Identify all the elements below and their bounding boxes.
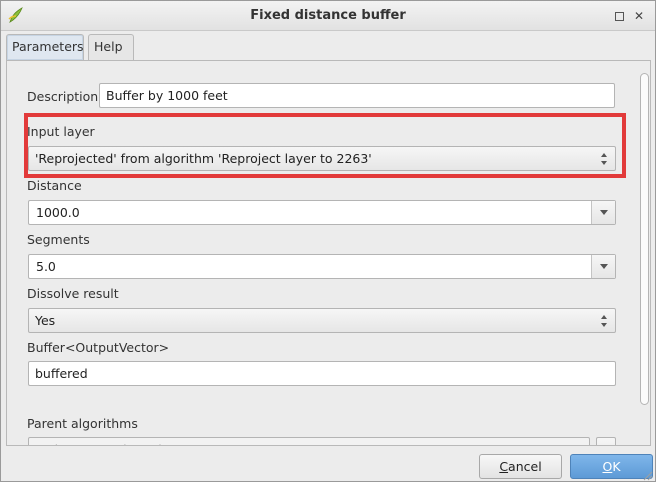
parameters-pane: Description Buffer by 1000 feet Input la… xyxy=(6,60,651,446)
cancel-button[interactable]: Cancel xyxy=(479,454,562,479)
parent-algorithms-label: Parent algorithms xyxy=(27,416,138,431)
tab-help[interactable]: Help xyxy=(88,34,134,60)
resize-grip-icon[interactable] xyxy=(641,469,653,481)
description-label: Description xyxy=(27,89,99,104)
output-field[interactable]: buffered xyxy=(28,361,616,386)
segments-value: 5.0 xyxy=(36,259,56,274)
parent-algorithms-button[interactable] xyxy=(596,437,616,445)
vertical-scrollbar[interactable] xyxy=(637,61,650,445)
description-field[interactable]: Buffer by 1000 feet xyxy=(99,83,615,108)
highlight-box xyxy=(24,113,626,178)
distance-value: 1000.0 xyxy=(36,205,80,220)
output-label: Buffer<OutputVector> xyxy=(27,340,170,355)
dissolve-value: Yes xyxy=(35,313,56,328)
distance-label: Distance xyxy=(27,178,82,193)
segments-label: Segments xyxy=(27,232,90,247)
scrollbar-thumb[interactable] xyxy=(640,73,649,405)
parent-algorithms-field[interactable]: 0 elements selected xyxy=(28,437,590,445)
spin-arrows-icon xyxy=(601,315,609,327)
tab-parameters[interactable]: Parameters xyxy=(6,34,84,60)
window-title: Fixed distance buffer xyxy=(250,8,406,23)
chevron-down-icon[interactable] xyxy=(591,201,615,224)
dissolve-select[interactable]: Yes xyxy=(28,308,616,333)
chevron-down-icon[interactable] xyxy=(591,255,615,278)
dialog-window: Fixed distance buffer ✕ Parameters Help … xyxy=(0,0,656,482)
distance-combobox[interactable]: 1000.0 xyxy=(28,200,616,225)
dissolve-label: Dissolve result xyxy=(27,286,119,301)
maximize-icon[interactable] xyxy=(609,6,629,26)
close-icon[interactable]: ✕ xyxy=(629,6,649,26)
title-bar[interactable]: Fixed distance buffer ✕ xyxy=(1,1,655,31)
segments-combobox[interactable]: 5.0 xyxy=(28,254,616,279)
